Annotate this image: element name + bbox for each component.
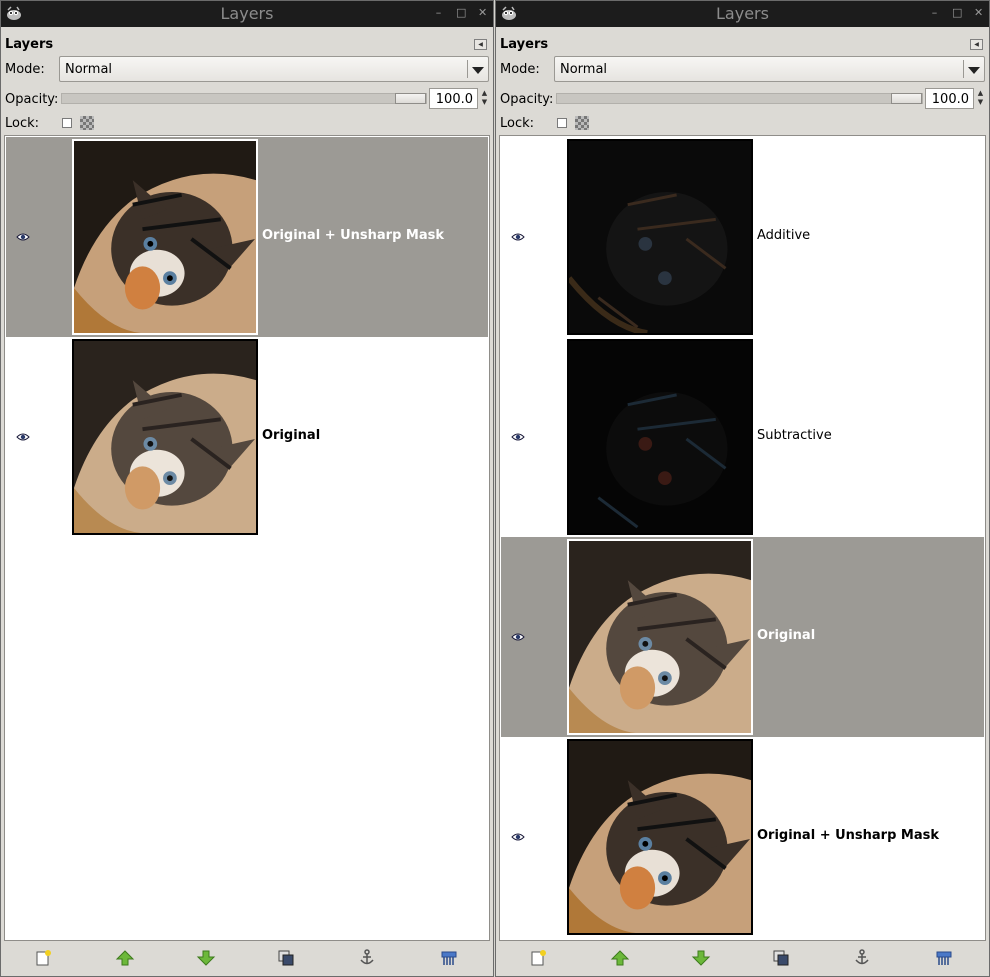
layer-name[interactable]: Original bbox=[757, 628, 815, 643]
mode-label: Mode: bbox=[500, 62, 540, 77]
layer-name[interactable]: Subtractive bbox=[757, 428, 832, 443]
mode-value: Normal bbox=[65, 62, 113, 77]
lock-label: Lock: bbox=[5, 116, 40, 131]
duplicate-layer-icon[interactable] bbox=[771, 949, 791, 967]
layer-thumbnail[interactable] bbox=[567, 539, 753, 735]
close-icon[interactable]: ✕ bbox=[974, 7, 983, 19]
mode-label: Mode: bbox=[5, 62, 45, 77]
opacity-slider[interactable] bbox=[61, 93, 427, 104]
opacity-slider-handle[interactable] bbox=[395, 93, 426, 104]
layer-thumbnail[interactable] bbox=[72, 339, 258, 535]
opacity-slider-handle[interactable] bbox=[891, 93, 922, 104]
opacity-value: 100.0 bbox=[931, 92, 969, 107]
new-layer-icon[interactable] bbox=[33, 949, 53, 967]
opacity-input[interactable]: 100.0 bbox=[429, 88, 478, 109]
layer-row[interactable]: Original + Unsharp Mask bbox=[6, 137, 488, 337]
opacity-input[interactable]: 100.0 bbox=[925, 88, 974, 109]
titlebar[interactable]: Layers – □ ✕ bbox=[1, 1, 493, 27]
dock-title: Layers bbox=[5, 37, 54, 52]
anchor-layer-icon[interactable] bbox=[852, 949, 872, 967]
lock-pixels-checkbox[interactable] bbox=[62, 118, 72, 128]
layer-thumbnail[interactable] bbox=[567, 139, 753, 335]
layer-thumbnail[interactable] bbox=[567, 739, 753, 935]
close-icon[interactable]: ✕ bbox=[478, 7, 487, 19]
opacity-value: 100.0 bbox=[435, 92, 473, 107]
dropdown-divider bbox=[467, 60, 468, 78]
layer-list[interactable]: Additive Subtractive Original Original +… bbox=[499, 135, 986, 941]
duplicate-layer-icon[interactable] bbox=[276, 949, 296, 967]
eye-icon[interactable] bbox=[16, 232, 30, 242]
layers-toolbar bbox=[499, 943, 986, 973]
mode-dropdown[interactable]: Normal bbox=[59, 56, 489, 82]
dropdown-divider bbox=[963, 60, 964, 78]
eye-icon[interactable] bbox=[511, 432, 525, 442]
new-layer-icon[interactable] bbox=[528, 949, 548, 967]
eye-icon[interactable] bbox=[511, 632, 525, 642]
layer-row[interactable]: Additive bbox=[501, 137, 984, 337]
window-title: Layers bbox=[716, 4, 769, 23]
raise-layer-icon[interactable] bbox=[115, 949, 135, 967]
lock-alpha-icon[interactable] bbox=[575, 116, 589, 130]
minimize-icon[interactable]: – bbox=[930, 7, 939, 19]
layer-name[interactable]: Original bbox=[262, 428, 320, 443]
layer-row[interactable]: Original + Unsharp Mask bbox=[501, 737, 984, 937]
delete-layer-icon[interactable] bbox=[934, 949, 954, 967]
minimize-icon[interactable]: – bbox=[434, 7, 443, 19]
layer-name[interactable]: Original + Unsharp Mask bbox=[757, 828, 939, 843]
layer-thumbnail[interactable] bbox=[72, 139, 258, 335]
layer-name[interactable]: Additive bbox=[757, 228, 810, 243]
eye-icon[interactable] bbox=[511, 232, 525, 242]
layer-name[interactable]: Original + Unsharp Mask bbox=[262, 228, 444, 243]
lower-layer-icon[interactable] bbox=[691, 949, 711, 967]
layer-thumbnail[interactable] bbox=[567, 339, 753, 535]
layer-row[interactable]: Original bbox=[501, 537, 984, 737]
dock-title: Layers bbox=[500, 37, 549, 52]
layers-window-left: Layers – □ ✕ Layers ◀ Mode: Normal Opaci… bbox=[0, 0, 494, 977]
layers-window-right: Layers – □ ✕ Layers ◀ Mode: Normal Opaci… bbox=[495, 0, 990, 977]
opacity-label: Opacity: bbox=[500, 92, 554, 107]
maximize-icon[interactable]: □ bbox=[456, 7, 466, 19]
mode-dropdown[interactable]: Normal bbox=[554, 56, 985, 82]
layer-list[interactable]: Original + Unsharp Mask Original bbox=[4, 135, 490, 941]
layer-row[interactable]: Original bbox=[6, 337, 488, 537]
opacity-label: Opacity: bbox=[5, 92, 59, 107]
lock-label: Lock: bbox=[500, 116, 535, 131]
opacity-spinner[interactable]: ▲ ▼ bbox=[976, 89, 985, 109]
lock-pixels-checkbox[interactable] bbox=[557, 118, 567, 128]
layers-toolbar bbox=[4, 943, 490, 973]
eye-icon[interactable] bbox=[511, 832, 525, 842]
eye-icon[interactable] bbox=[16, 432, 30, 442]
lock-alpha-icon[interactable] bbox=[80, 116, 94, 130]
titlebar[interactable]: Layers – □ ✕ bbox=[496, 1, 989, 27]
mode-value: Normal bbox=[560, 62, 608, 77]
raise-layer-icon[interactable] bbox=[610, 949, 630, 967]
window-title: Layers bbox=[220, 4, 274, 23]
anchor-layer-icon[interactable] bbox=[357, 949, 377, 967]
lower-layer-icon[interactable] bbox=[196, 949, 216, 967]
opacity-slider[interactable] bbox=[556, 93, 923, 104]
opacity-spinner[interactable]: ▲ ▼ bbox=[480, 89, 489, 109]
chevron-down-icon bbox=[472, 67, 484, 74]
chevron-down-icon bbox=[968, 67, 980, 74]
dock-menu-icon[interactable]: ◀ bbox=[474, 39, 487, 50]
layer-row[interactable]: Subtractive bbox=[501, 337, 984, 537]
delete-layer-icon[interactable] bbox=[439, 949, 459, 967]
dock-menu-icon[interactable]: ◀ bbox=[970, 39, 983, 50]
maximize-icon[interactable]: □ bbox=[952, 7, 962, 19]
